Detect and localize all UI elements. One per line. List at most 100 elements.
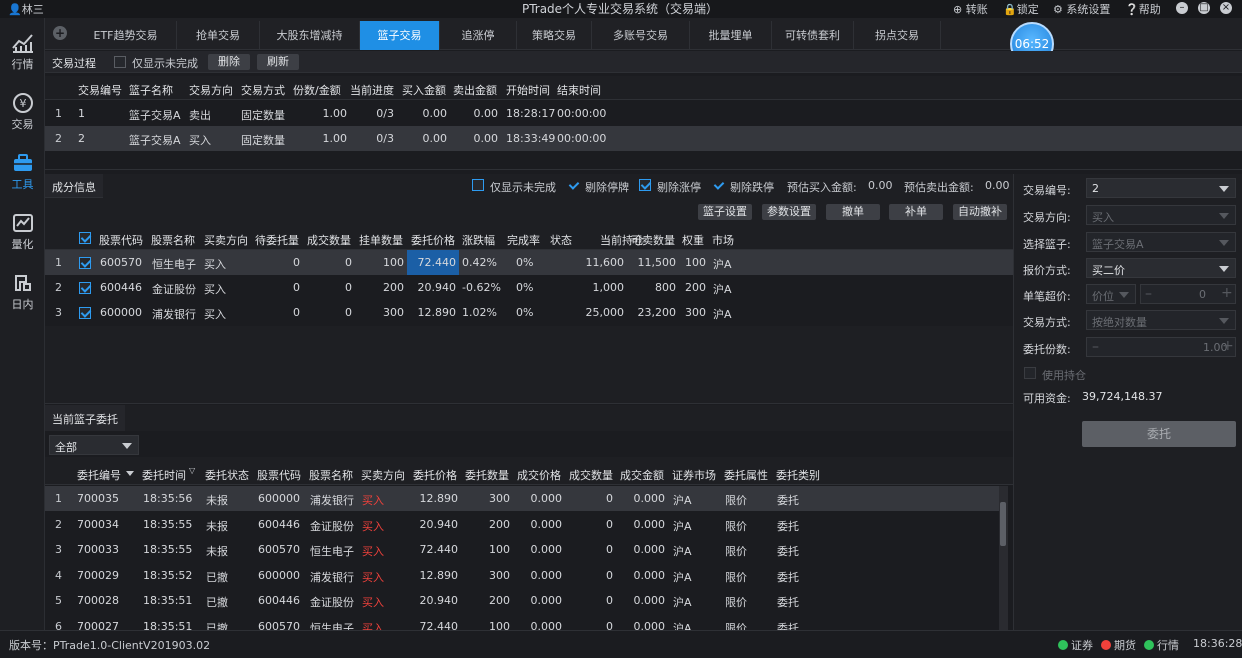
- components-table-row[interactable]: 1 600570 恒生电子 买入 0 0 100 72.440 0.42% 0% 11,600 11,…: [45, 250, 1013, 275]
- orders-col-header[interactable]: 委托状态: [205, 467, 249, 483]
- maximize-icon[interactable]: □: [1198, 2, 1210, 14]
- minus-icon[interactable]: –: [1092, 339, 1099, 355]
- process-col-header[interactable]: 交易方式: [241, 82, 285, 98]
- filter-icon[interactable]: ▽: [189, 466, 195, 475]
- orders-col-header[interactable]: 委托价格: [413, 467, 457, 483]
- sidebar-item-market[interactable]: 行情: [0, 22, 45, 80]
- row-select-checkbox[interactable]: [79, 282, 91, 294]
- process-col-header[interactable]: 结束时间: [557, 82, 601, 98]
- close-icon[interactable]: ×: [1220, 2, 1232, 14]
- components-col-header[interactable]: 股票代码: [99, 232, 143, 248]
- orders-col-header[interactable]: 成交价格: [517, 467, 561, 483]
- process-col-header[interactable]: 卖出金额: [453, 82, 497, 98]
- tab-batch-order[interactable]: 批量埋单: [690, 21, 772, 50]
- auto-cancel-resubmit-button[interactable]: 自动撤补: [953, 204, 1007, 220]
- tab-etf-trend[interactable]: ETF趋势交易: [75, 21, 177, 50]
- minimize-icon[interactable]: –: [1176, 2, 1188, 14]
- price-mode-select[interactable]: 买二价: [1086, 258, 1236, 278]
- orders-col-header[interactable]: 委托时间: [142, 467, 186, 483]
- sidebar-item-intraday[interactable]: 日内: [0, 262, 45, 320]
- sort-desc-icon[interactable]: [126, 471, 134, 476]
- plus-icon[interactable]: +: [1222, 338, 1234, 354]
- components-col-header[interactable]: 股票名称: [151, 232, 195, 248]
- orders-col-header[interactable]: 股票代码: [257, 467, 301, 483]
- exclude-suspended-checkbox[interactable]: [567, 179, 579, 191]
- securities-connection-status[interactable]: 证券: [1058, 637, 1093, 653]
- use-position-checkbox[interactable]: [1024, 367, 1036, 379]
- components-col-header[interactable]: 待委托量: [255, 232, 299, 248]
- tab-limit-up[interactable]: 追涨停: [440, 21, 517, 50]
- sidebar-item-tools[interactable]: 工具: [0, 142, 45, 200]
- process-table-row[interactable]: 1 1 篮子交易A 卖出 固定数量 1.00 0/3 0.00 0.00 18:28:17 00:0…: [45, 101, 1242, 126]
- components-col-header[interactable]: 权重: [682, 232, 704, 248]
- orders-col-header[interactable]: 委托编号: [77, 467, 121, 483]
- premium-stepper[interactable]: – 0 +: [1140, 284, 1236, 304]
- components-table-row[interactable]: 3 600000 浦发银行 买入 0 0 300 12.890 1.02% 0% 25,000 23,…: [45, 300, 1013, 325]
- tab-major-holder[interactable]: 大股东增减持: [260, 21, 360, 50]
- exclude-limit-down-checkbox[interactable]: [712, 179, 724, 191]
- components-col-header[interactable]: 成交数量: [307, 232, 351, 248]
- orders-filter-select[interactable]: 全部: [49, 435, 139, 455]
- orders-col-header[interactable]: 证券市场: [672, 467, 716, 483]
- copies-stepper[interactable]: – 1.00 +: [1086, 337, 1236, 357]
- components-col-header[interactable]: 状态: [550, 232, 572, 248]
- param-settings-button[interactable]: 参数设置: [762, 204, 816, 220]
- orders-table-row[interactable]: 5 700028 18:35:51 已撤 600446 金证股份 买入 20.940 200 0.…: [45, 588, 999, 613]
- orders-table-row[interactable]: 2 700034 18:35:55 未报 600446 金证股份 买入 20.940 200 0.…: [45, 512, 999, 537]
- transfer-button[interactable]: ⊕ 转账: [953, 1, 988, 17]
- basket-settings-button[interactable]: 篮子设置: [698, 204, 752, 220]
- orders-col-header[interactable]: 委托数量: [465, 467, 509, 483]
- components-col-header[interactable]: 委托价格: [411, 232, 455, 248]
- components-col-header[interactable]: 买卖方向: [204, 232, 248, 248]
- components-col-header[interactable]: 涨跌幅: [462, 232, 495, 248]
- comp-only-unfinished-checkbox[interactable]: [472, 179, 484, 191]
- orders-table-row[interactable]: 4 700029 18:35:52 已撤 600000 浦发银行 买入 12.890 300 0.…: [45, 563, 999, 588]
- select-all-checkbox[interactable]: [79, 232, 91, 244]
- resubmit-order-button[interactable]: 补单: [889, 204, 943, 220]
- orders-table-row[interactable]: 1 700035 18:35:56 未报 600000 浦发银行 买入 12.890 300 0.…: [45, 486, 999, 511]
- futures-connection-status[interactable]: 期货: [1101, 637, 1136, 653]
- direction-select[interactable]: 买入: [1086, 205, 1236, 225]
- orders-col-header[interactable]: 成交金额: [620, 467, 664, 483]
- process-only-unfinished-checkbox[interactable]: [114, 56, 126, 68]
- row-select-checkbox[interactable]: [79, 307, 91, 319]
- orders-scrollbar[interactable]: [999, 486, 1008, 630]
- add-tab-icon[interactable]: +: [53, 26, 67, 40]
- cancel-order-button[interactable]: 撤单: [826, 204, 880, 220]
- trade-id-select[interactable]: 2: [1086, 178, 1236, 198]
- tab-basket-trade[interactable]: 篮子交易: [360, 21, 440, 50]
- orders-table-row[interactable]: 6 700027 18:35:51 已撤 600570 恒生电子 买入 72.440 100 0.…: [45, 614, 999, 632]
- plus-icon[interactable]: +: [1221, 285, 1233, 301]
- submit-order-button[interactable]: 委托: [1082, 421, 1236, 447]
- premium-unit-select[interactable]: 价位: [1086, 284, 1136, 304]
- tab-multi-account[interactable]: 多账号交易: [592, 21, 690, 50]
- orders-scroll-thumb[interactable]: [1000, 502, 1006, 546]
- orders-col-header[interactable]: 成交数量: [569, 467, 613, 483]
- sidebar-item-trade[interactable]: ¥ 交易: [0, 82, 45, 140]
- help-button[interactable]: ❔帮助: [1125, 1, 1161, 17]
- process-col-header[interactable]: 交易编号: [78, 82, 122, 98]
- components-table-row[interactable]: 2 600446 金证股份 买入 0 0 200 20.940 -0.62% 0% 1,000 800…: [45, 275, 1013, 300]
- components-col-header[interactable]: 完成率: [507, 232, 540, 248]
- sidebar-item-quant[interactable]: 量化: [0, 202, 45, 260]
- orders-col-header[interactable]: 股票名称: [309, 467, 353, 483]
- orders-col-header[interactable]: 买卖方向: [361, 467, 405, 483]
- delete-button[interactable]: 删除: [208, 54, 250, 70]
- minus-icon[interactable]: –: [1145, 286, 1152, 302]
- tab-grab-order[interactable]: 抢单交易: [177, 21, 260, 50]
- components-col-header[interactable]: 挂单数量: [359, 232, 403, 248]
- row-select-checkbox[interactable]: [79, 257, 91, 269]
- system-settings-button[interactable]: ⚙ 系统设置: [1053, 1, 1110, 17]
- process-col-header[interactable]: 开始时间: [506, 82, 550, 98]
- trade-mode-select[interactable]: 按绝对数量: [1086, 310, 1236, 330]
- components-col-header[interactable]: 市场: [712, 232, 734, 248]
- process-col-header[interactable]: 买入金额: [402, 82, 446, 98]
- refresh-button[interactable]: 刷新: [257, 54, 299, 70]
- exclude-limit-up-checkbox[interactable]: [639, 179, 651, 191]
- basket-select[interactable]: 篮子交易A: [1086, 232, 1236, 252]
- orders-col-header[interactable]: 委托类别: [776, 467, 820, 483]
- process-col-header[interactable]: 篮子名称: [129, 82, 173, 98]
- process-table-row[interactable]: 2 2 篮子交易A 买入 固定数量 1.00 0/3 0.00 0.00 18:33:49 00:0…: [45, 126, 1242, 151]
- orders-table-row[interactable]: 3 700033 18:35:55 未报 600570 恒生电子 买入 72.440 100 0.…: [45, 537, 999, 562]
- process-col-header[interactable]: 交易方向: [189, 82, 233, 98]
